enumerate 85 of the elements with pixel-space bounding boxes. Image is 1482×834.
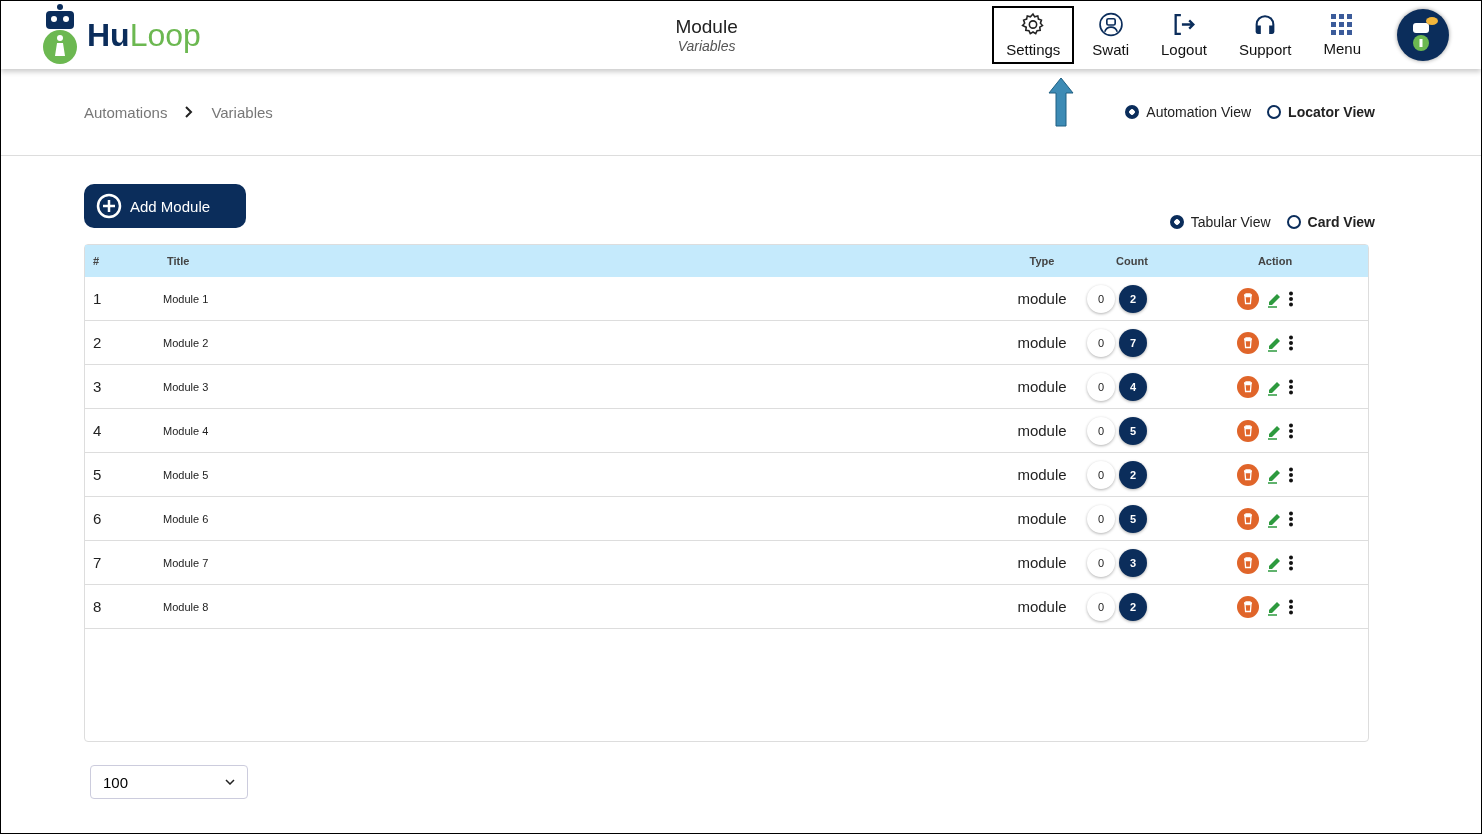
arrow-annotation — [1048, 77, 1074, 127]
module-title: Module 5 — [162, 468, 210, 481]
robot-avatar-icon — [1097, 12, 1124, 37]
delete-icon[interactable] — [1236, 506, 1260, 531]
count-badge: 4 — [1119, 372, 1147, 401]
count-badge: 0 — [1087, 416, 1115, 445]
nav-item[interactable]: Settings — [992, 6, 1075, 64]
delete-icon[interactable] — [1236, 330, 1260, 355]
nav-item[interactable]: Logout — [1147, 6, 1221, 64]
column-header: Type — [1028, 255, 1056, 267]
count-badge: 3 — [1119, 548, 1147, 577]
count-badge: 2 — [1119, 284, 1147, 313]
module-type: module — [1016, 422, 1068, 439]
view-radio[interactable]: Locator View — [1267, 104, 1375, 120]
count-badge: 5 — [1119, 504, 1147, 533]
count-badge: 0 — [1087, 460, 1115, 489]
module-type: module — [1016, 290, 1068, 307]
delete-icon[interactable] — [1236, 550, 1260, 575]
delete-icon[interactable] — [1236, 594, 1260, 619]
column-header: Count — [1115, 255, 1149, 267]
row-number: 2 — [92, 334, 103, 351]
page-size-select[interactable]: 100 — [90, 765, 248, 799]
count-badge: 0 — [1087, 284, 1115, 313]
row-number: 6 — [92, 510, 103, 527]
chevron-down-icon — [225, 779, 235, 785]
row-number: 5 — [92, 466, 103, 483]
count-badge: 7 — [1119, 328, 1147, 357]
module-type: module — [1016, 334, 1068, 351]
more-options-icon[interactable] — [1288, 554, 1294, 571]
module-title: Module 2 — [162, 336, 210, 349]
count-badge: 2 — [1119, 592, 1147, 621]
view-radio[interactable]: Automation View — [1125, 104, 1252, 120]
nav-item[interactable]: Menu — [1309, 6, 1375, 64]
row-number: 4 — [92, 422, 103, 439]
count-badge: 0 — [1087, 372, 1115, 401]
delete-icon[interactable] — [1236, 418, 1260, 443]
count-badge: 5 — [1119, 416, 1147, 445]
row-number: 3 — [92, 378, 103, 395]
brand-logo-text: HuLoop — [87, 16, 201, 54]
count-badge: 2 — [1119, 460, 1147, 489]
column-header: Action — [1256, 255, 1294, 267]
more-options-icon[interactable] — [1288, 422, 1294, 439]
plus-circle-icon — [96, 193, 122, 219]
count-badge: 0 — [1087, 504, 1115, 533]
row-number: 8 — [92, 598, 103, 615]
count-badge: 0 — [1087, 328, 1115, 357]
chevron-right-icon — [185, 106, 194, 118]
more-options-icon[interactable] — [1288, 378, 1294, 395]
view-radio[interactable]: Tabular View — [1169, 214, 1271, 230]
module-title: Module 3 — [162, 380, 210, 393]
more-options-icon[interactable] — [1288, 598, 1294, 615]
count-badge: 0 — [1087, 548, 1115, 577]
module-title: Module 6 — [162, 512, 210, 525]
module-title: Module 7 — [162, 556, 210, 569]
column-header: Title — [166, 255, 191, 267]
module-title: Module 1 — [162, 292, 210, 305]
row-number: 7 — [92, 554, 103, 571]
more-options-icon[interactable] — [1288, 466, 1294, 483]
page-subtitle: Variables — [677, 38, 736, 54]
add-module-button[interactable]: Add Module — [84, 184, 246, 228]
page-title: Module — [675, 16, 738, 38]
count-badge: 0 — [1087, 592, 1115, 621]
module-title: Module 4 — [162, 424, 210, 437]
view-radio[interactable]: Card View — [1286, 214, 1375, 230]
more-options-icon[interactable] — [1288, 510, 1294, 527]
delete-icon[interactable] — [1236, 286, 1260, 311]
module-type: module — [1016, 598, 1068, 615]
delete-icon[interactable] — [1236, 374, 1260, 399]
module-type: module — [1016, 510, 1068, 527]
chatbot-avatar-icon[interactable] — [1397, 9, 1449, 61]
nav-item[interactable]: Support — [1224, 6, 1306, 64]
column-header: # — [92, 255, 101, 267]
module-type: module — [1016, 378, 1068, 395]
robot-logo-icon — [41, 3, 79, 67]
grid-menu-icon — [1331, 13, 1354, 36]
breadcrumb-current: Variables — [211, 103, 273, 121]
nav-item[interactable]: Swati — [1078, 6, 1144, 64]
module-title: Module 8 — [162, 600, 210, 613]
delete-icon[interactable] — [1236, 462, 1260, 487]
more-options-icon[interactable] — [1288, 334, 1294, 351]
module-type: module — [1016, 554, 1068, 571]
row-number: 1 — [92, 290, 103, 307]
breadcrumb-link[interactable]: Automations — [84, 103, 168, 121]
module-type: module — [1016, 466, 1068, 483]
more-options-icon[interactable] — [1288, 290, 1294, 307]
